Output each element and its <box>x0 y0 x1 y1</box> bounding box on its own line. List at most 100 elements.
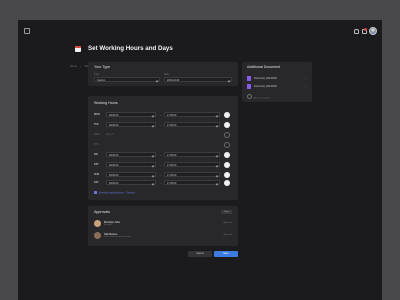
day-row: TUE 09:00:00 - 17:00:00 <box>88 122 238 128</box>
chevron-down-icon <box>155 79 158 82</box>
start-time-field[interactable]: 09:00:00 <box>106 152 156 157</box>
avatar <box>94 220 101 227</box>
day-label: SAT <box>94 163 99 166</box>
day-label: THU <box>94 143 99 146</box>
day-toggle[interactable] <box>224 180 230 186</box>
top-bar <box>18 20 382 42</box>
card-title: Approvals <box>94 210 110 214</box>
bell-icon[interactable] <box>354 29 359 34</box>
end-time-field[interactable]: 17:00:00 <box>164 172 220 177</box>
save-button[interactable]: Save <box>214 251 238 257</box>
date-label: Date <box>164 73 170 76</box>
chevron-down-icon <box>151 174 154 177</box>
document-name: Document_20231003 <box>254 77 277 80</box>
day-row: WED Day off <box>88 132 238 138</box>
start-time-value: 09:00:00 <box>109 114 119 117</box>
breadcrumb-item[interactable]: Home <box>70 65 77 68</box>
approvals-card: Approvals View Brooklyn Alba Manager App… <box>88 206 238 246</box>
chevron-down-icon <box>215 154 218 157</box>
arrow-right-icon[interactable]: › <box>305 77 306 80</box>
end-time-value: 17:00:00 <box>167 174 177 177</box>
day-off-text: Day off <box>106 133 114 136</box>
attach-document-link[interactable]: Attach document <box>247 94 270 100</box>
day-toggle[interactable] <box>224 132 230 138</box>
end-time-value: 17:00:00 <box>167 124 177 127</box>
approver-item: Nila Burkes Team Lead · Human Resource A… <box>94 232 234 242</box>
type-label: Type <box>94 73 100 76</box>
day-label: MON <box>94 113 100 116</box>
document-name: Document_20231003 <box>254 85 277 88</box>
start-time-field[interactable]: 09:00:00 <box>106 122 156 127</box>
page-title: Set Working Hours and Days <box>88 45 173 52</box>
day-toggle[interactable] <box>224 172 230 178</box>
end-time-value: 17:00:00 <box>167 164 177 167</box>
avatar <box>94 232 101 239</box>
start-time-value: 09:00:00 <box>109 124 119 127</box>
date-field[interactable]: 2023-10-03 <box>164 77 232 82</box>
approver-role: Manager <box>104 223 112 226</box>
chevron-down-icon <box>227 79 230 82</box>
calendar-icon <box>75 46 81 52</box>
file-icon <box>247 76 251 81</box>
approvals-view-button[interactable]: View <box>221 210 232 214</box>
type-select[interactable]: Custom <box>94 77 160 82</box>
range-separator: - <box>160 180 161 185</box>
card-title: Working Hours <box>94 101 118 105</box>
day-toggle[interactable] <box>224 162 230 168</box>
cancel-button[interactable]: Cancel <box>188 251 212 257</box>
end-time-value: 17:00:00 <box>167 182 177 185</box>
chevron-down-icon <box>215 164 218 167</box>
day-toggle[interactable] <box>224 142 230 148</box>
chevron-down-icon <box>151 164 154 167</box>
working-hours-card: Working Hours MON 09:00:00 - 17:00:00 TU… <box>88 96 238 200</box>
day-label: SAT <box>94 181 99 184</box>
end-time-field[interactable]: 17:00:00 <box>164 180 220 185</box>
end-time-field[interactable]: 17:00:00 <box>164 112 220 117</box>
arrow-right-icon[interactable]: › <box>305 85 306 88</box>
day-row: FRI 09:00:00 - 17:00:00 <box>88 152 238 158</box>
add-schedule-link[interactable]: Schedule working hours · Shortcut <box>94 191 136 195</box>
chevron-down-icon <box>151 182 154 185</box>
start-time-field[interactable]: 09:00:00 <box>106 112 156 117</box>
notification-dot <box>364 28 367 31</box>
day-label: FRI <box>94 153 98 156</box>
day-row: MON 09:00:00 - 17:00:00 <box>88 112 238 118</box>
end-time-value: 17:00:00 <box>167 154 177 157</box>
day-row: SUN 09:00:00 - 17:00:00 <box>88 172 238 178</box>
approver-role: Team Lead · Human Resource <box>104 235 132 238</box>
range-separator: - <box>160 162 161 167</box>
end-time-field[interactable]: 17:00:00 <box>164 152 220 157</box>
start-time-value: 09:00:00 <box>109 164 119 167</box>
start-time-field[interactable]: 09:00:00 <box>106 162 156 167</box>
range-separator: - <box>160 172 161 177</box>
day-toggle[interactable] <box>224 122 230 128</box>
user-avatar[interactable] <box>369 27 377 35</box>
date-value: 2023-10-03 <box>167 79 180 82</box>
chevron-down-icon <box>151 124 154 127</box>
card-title: Your Type <box>94 65 110 69</box>
range-separator: - <box>160 152 161 157</box>
card-title: Additional Document <box>247 65 281 69</box>
day-toggle[interactable] <box>224 152 230 158</box>
day-label: TUE <box>94 123 99 126</box>
start-time-value: 09:00:00 <box>109 182 119 185</box>
start-time-field[interactable]: 09:00:00 <box>106 172 156 177</box>
chevron-down-icon <box>215 124 218 127</box>
start-time-value: 09:00:00 <box>109 154 119 157</box>
app-logo-icon[interactable] <box>24 28 30 34</box>
document-item[interactable]: Document_20231003 › <box>247 84 307 90</box>
day-row: SAT 09:00:00 - 17:00:00 <box>88 180 238 186</box>
your-type-card: Your Type Type Custom Date 2023-10-03 <box>88 62 238 86</box>
start-time-field[interactable]: 09:00:00 <box>106 180 156 185</box>
end-time-value: 17:00:00 <box>167 114 177 117</box>
day-row: THU <box>88 142 238 148</box>
end-time-field[interactable]: 17:00:00 <box>164 122 220 127</box>
day-row: SAT 09:00:00 - 17:00:00 <box>88 162 238 168</box>
range-separator: - <box>160 122 161 127</box>
approval-status: Approved <box>223 234 232 236</box>
end-time-field[interactable]: 17:00:00 <box>164 162 220 167</box>
approver-item: Brooklyn Alba Manager Approved <box>94 220 234 230</box>
document-item[interactable]: Document_20231003 › <box>247 76 307 82</box>
day-toggle[interactable] <box>224 112 230 118</box>
start-time-value: 09:00:00 <box>109 174 119 177</box>
